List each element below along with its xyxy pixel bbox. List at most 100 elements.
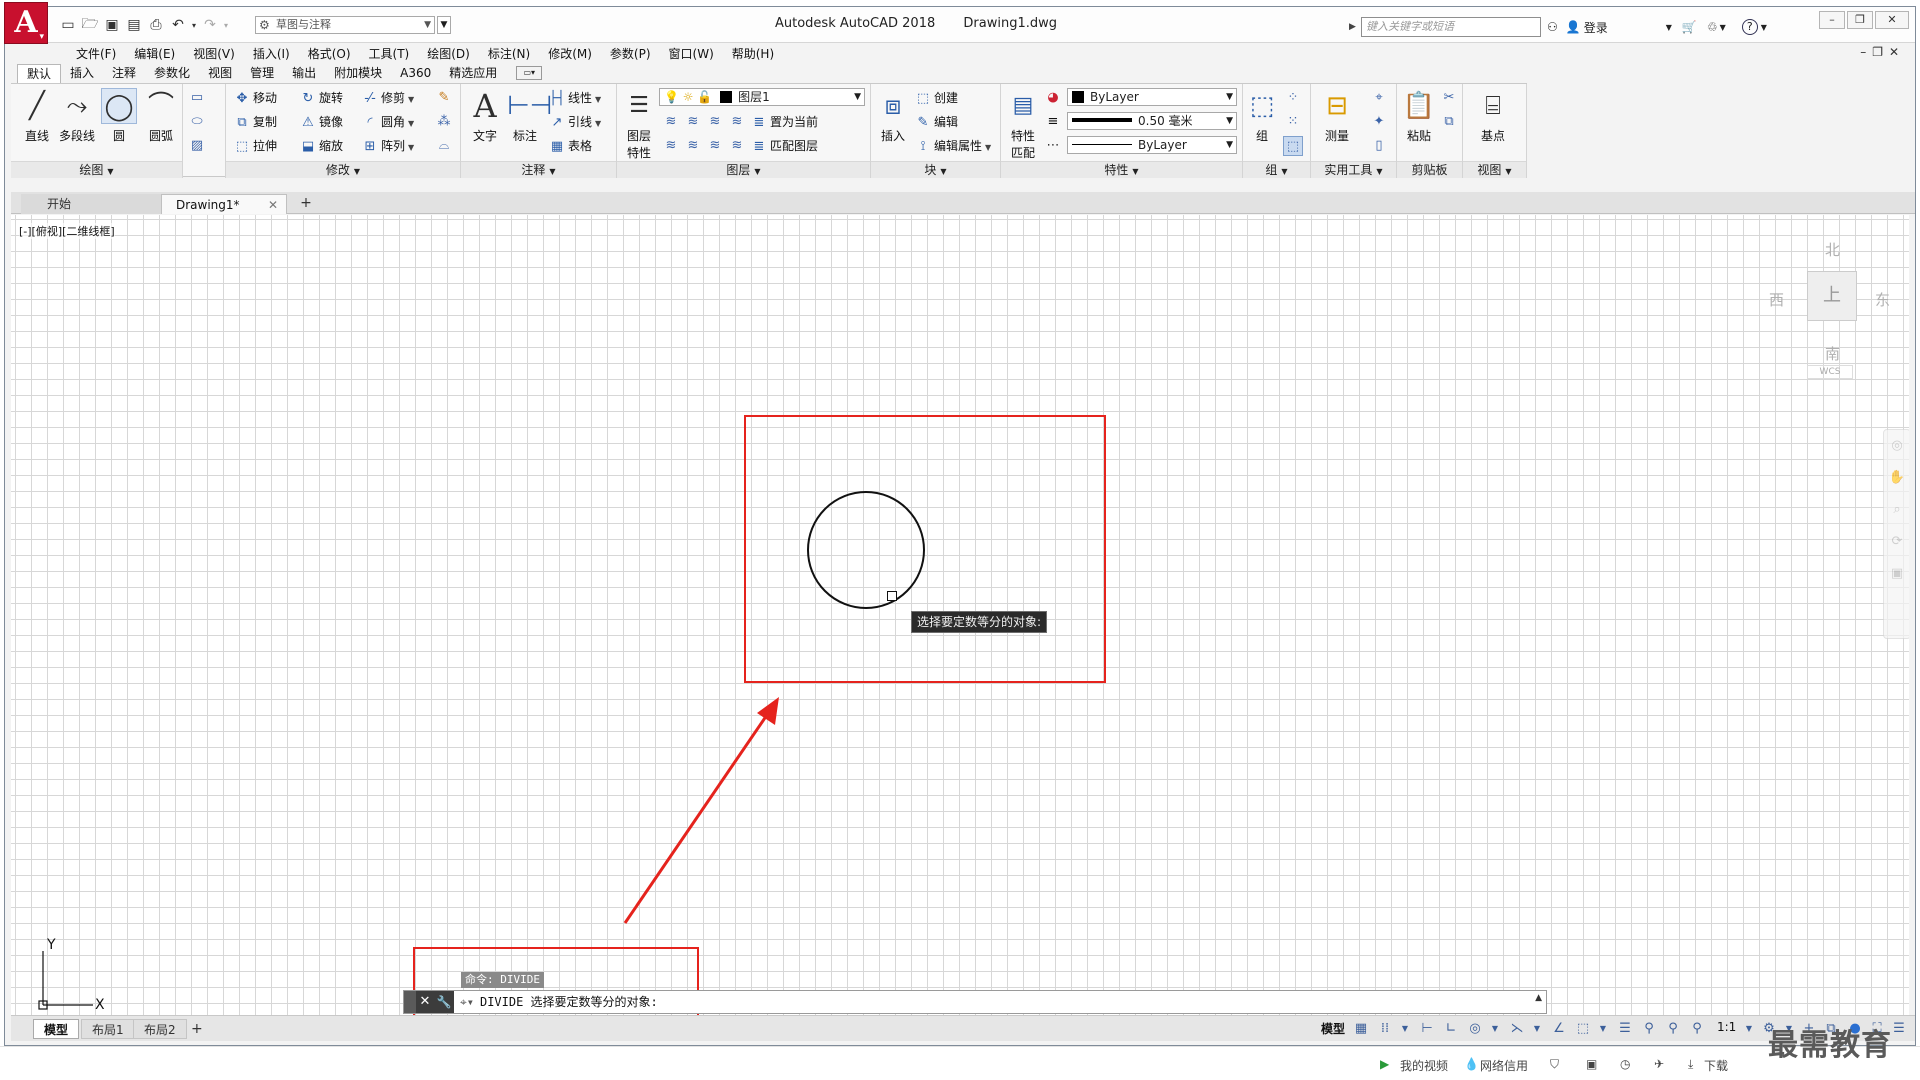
tab-view[interactable]: 视图 xyxy=(199,64,241,83)
layer-unisolate-icon[interactable]: ≋ xyxy=(683,136,703,156)
calculator-icon[interactable]: ▯ xyxy=(1369,136,1389,156)
circle-button[interactable]: ◯ 圆 xyxy=(99,88,139,160)
a360-icon[interactable]: ♲ xyxy=(1707,20,1718,34)
trim-button[interactable]: -⁄- 修剪 ▼ xyxy=(362,88,414,108)
panel-title-layers[interactable]: 图层 ▼ xyxy=(617,161,870,178)
edit-attributes-button[interactable]: ⟟ 编辑属性 ▼ xyxy=(915,136,992,156)
login-link[interactable]: 登录 xyxy=(1584,19,1608,36)
redo-icon[interactable]: ↷ xyxy=(199,15,221,35)
panel-title-block[interactable]: 块 ▼ xyxy=(871,161,1000,178)
fillet-button[interactable]: ◜ 圆角 ▼ xyxy=(362,112,414,132)
layer-unlock-icon[interactable]: ≋ xyxy=(727,136,747,156)
menu-edit[interactable]: 编辑(E) xyxy=(125,45,184,62)
tab-a360[interactable]: A360 xyxy=(391,64,440,83)
quick-select-icon[interactable]: ⌖ xyxy=(1369,88,1389,108)
copy-clip-icon[interactable]: ⧉ xyxy=(1439,112,1459,132)
array-button[interactable]: ⊞ 阵列 ▼ xyxy=(362,136,415,156)
dimension-button[interactable]: ⊢⊣ 标注 xyxy=(505,88,552,160)
maximize-button[interactable]: ❐ xyxy=(1847,11,1873,29)
measure-button[interactable]: ⊟ 测量 xyxy=(1317,88,1357,160)
lineweight-dropdown[interactable]: 0.50 毫米 ▼ xyxy=(1067,112,1237,130)
search-expand-icon[interactable]: ▶ xyxy=(1349,17,1361,37)
menu-dimension[interactable]: 标注(N) xyxy=(479,45,539,62)
match-properties-button[interactable]: ▤ 特性 匹配 xyxy=(1003,88,1043,160)
tab-output[interactable]: 输出 xyxy=(283,64,325,83)
wcs-menu[interactable]: WCS xyxy=(1807,365,1853,379)
network-credit-link[interactable]: 网络信用 xyxy=(1480,1057,1528,1074)
layer-on-icon[interactable]: ≋ xyxy=(661,136,681,156)
fillet-dropdown-icon[interactable]: ▼ xyxy=(408,119,414,128)
linear-dropdown-icon[interactable]: ▼ xyxy=(595,95,601,104)
color-dropdown[interactable]: ByLayer ▼ xyxy=(1067,88,1237,106)
orbit-icon[interactable]: ⟳ xyxy=(1884,526,1909,558)
tab-drawing1[interactable]: Drawing1* ✕ xyxy=(161,194,287,214)
a360-dropdown-icon[interactable]: ▼ xyxy=(1720,23,1726,32)
hatch-icon[interactable]: ▨ xyxy=(187,136,207,156)
panel-title-groups[interactable]: 组 ▼ xyxy=(1243,161,1310,178)
close-tab-icon[interactable]: ✕ xyxy=(268,195,278,215)
my-video-link[interactable]: 我的视频 xyxy=(1400,1057,1448,1074)
point-icon[interactable]: ✦ xyxy=(1369,112,1389,132)
new-tab-button[interactable]: + xyxy=(297,196,315,212)
menu-modify[interactable]: 修改(M) xyxy=(539,45,601,62)
paste-button[interactable]: 📋 粘贴 xyxy=(1399,88,1439,160)
viewport-controls[interactable]: [-][俯视][二维线框] xyxy=(19,223,115,239)
auto-scale-icon[interactable]: ⚲ xyxy=(1663,1019,1683,1039)
undo-icon[interactable]: ↶ xyxy=(167,15,189,35)
ungroup-icon[interactable]: ⁘ xyxy=(1283,88,1303,108)
create-block-button[interactable]: ⬚ 创建 xyxy=(915,88,958,108)
minimize-button[interactable]: – xyxy=(1819,11,1845,29)
binoculars-icon[interactable]: ⚇ xyxy=(1547,20,1558,34)
set-current-button[interactable]: ≣ 置为当前 xyxy=(751,112,818,132)
document-window-controls[interactable]: –❐✕ xyxy=(1860,45,1905,59)
grid-icon[interactable]: ▦ xyxy=(1351,1019,1371,1039)
close-button[interactable]: ✕ xyxy=(1875,11,1909,29)
open-file-icon[interactable]: 🗁 xyxy=(79,15,101,35)
snap-icon[interactable]: ⁞⁞ xyxy=(1375,1019,1395,1039)
qat-customize-button[interactable]: ▼ xyxy=(437,16,451,34)
arc-button[interactable]: ⌒ 圆弧 xyxy=(141,88,181,160)
panel-title-draw[interactable]: 绘图 ▼ xyxy=(11,161,182,178)
save-as-icon[interactable]: ▤ xyxy=(123,15,145,35)
tab-featured-apps[interactable]: 精选应用 xyxy=(440,64,506,83)
drawing-canvas[interactable]: [-][俯视][二维线框] 北 西 东 南 上 WCS ◎ ✋ ⌕ ⟳ ▣ Y … xyxy=(11,215,1909,1015)
group-button[interactable]: ⬚ 组 xyxy=(1245,88,1279,160)
polar-dropdown-icon[interactable]: ▼ xyxy=(1485,1019,1505,1039)
rotate-button[interactable]: ↻ 旋转 xyxy=(300,88,343,108)
panel-title-annotation[interactable]: 注释 ▼ xyxy=(461,161,616,178)
layer-properties-button[interactable]: ☰ 图层 特性 xyxy=(619,88,659,160)
annotation-visibility-icon[interactable]: ⚲ xyxy=(1639,1019,1659,1039)
download-link[interactable]: 下载 xyxy=(1704,1057,1728,1074)
print-icon[interactable]: ⎙ xyxy=(145,15,167,35)
ortho-icon[interactable]: ∟ xyxy=(1441,1019,1461,1039)
annotation-scale-value[interactable]: 1:1 xyxy=(1717,1020,1736,1034)
menu-file[interactable]: 文件(F) xyxy=(67,45,125,62)
menu-format[interactable]: 格式(O) xyxy=(299,45,360,62)
panel-title-properties[interactable]: 特性 ▼ xyxy=(1001,161,1242,178)
close-icon[interactable]: ✕ xyxy=(416,991,434,1013)
help-icon[interactable]: ? xyxy=(1741,19,1758,35)
layout-tab-model[interactable]: 模型 xyxy=(33,1019,80,1039)
save-icon[interactable]: ▣ xyxy=(101,15,123,35)
menu-view[interactable]: 视图(V) xyxy=(184,45,244,62)
annotation-scale-icon[interactable]: ⚲ xyxy=(1687,1019,1707,1039)
pan-icon[interactable]: ✋ xyxy=(1884,462,1909,494)
steering-wheel-icon[interactable]: ◎ xyxy=(1884,430,1909,462)
tab-insert[interactable]: 插入 xyxy=(61,64,103,83)
menu-insert[interactable]: 插入(I) xyxy=(244,45,299,62)
polyline-button[interactable]: ⤳ 多段线 xyxy=(57,88,97,160)
menu-help[interactable]: 帮助(H) xyxy=(723,45,783,62)
image-icon[interactable]: ▣ xyxy=(1586,1057,1597,1071)
offset-icon[interactable]: ⌓ xyxy=(434,136,454,156)
zoom-icon[interactable]: ⌕ xyxy=(1884,494,1909,526)
wrench-icon[interactable]: 🔧 xyxy=(434,991,454,1013)
download-icon[interactable]: ⤓ xyxy=(1688,1057,1693,1072)
model-space-toggle[interactable]: 模型 xyxy=(1321,1020,1345,1037)
move-button[interactable]: ✥ 移动 xyxy=(234,88,277,108)
dynamic-input-icon[interactable]: ⊢ xyxy=(1417,1019,1437,1039)
table-button[interactable]: ▦ 表格 xyxy=(549,136,592,156)
erase-icon[interactable]: ✎ xyxy=(434,88,454,108)
tab-default[interactable]: 默认 xyxy=(17,64,62,83)
leader-button[interactable]: ↗ 引线 ▼ xyxy=(549,112,602,132)
panel-title-modify[interactable]: 修改 ▼ xyxy=(226,161,460,178)
